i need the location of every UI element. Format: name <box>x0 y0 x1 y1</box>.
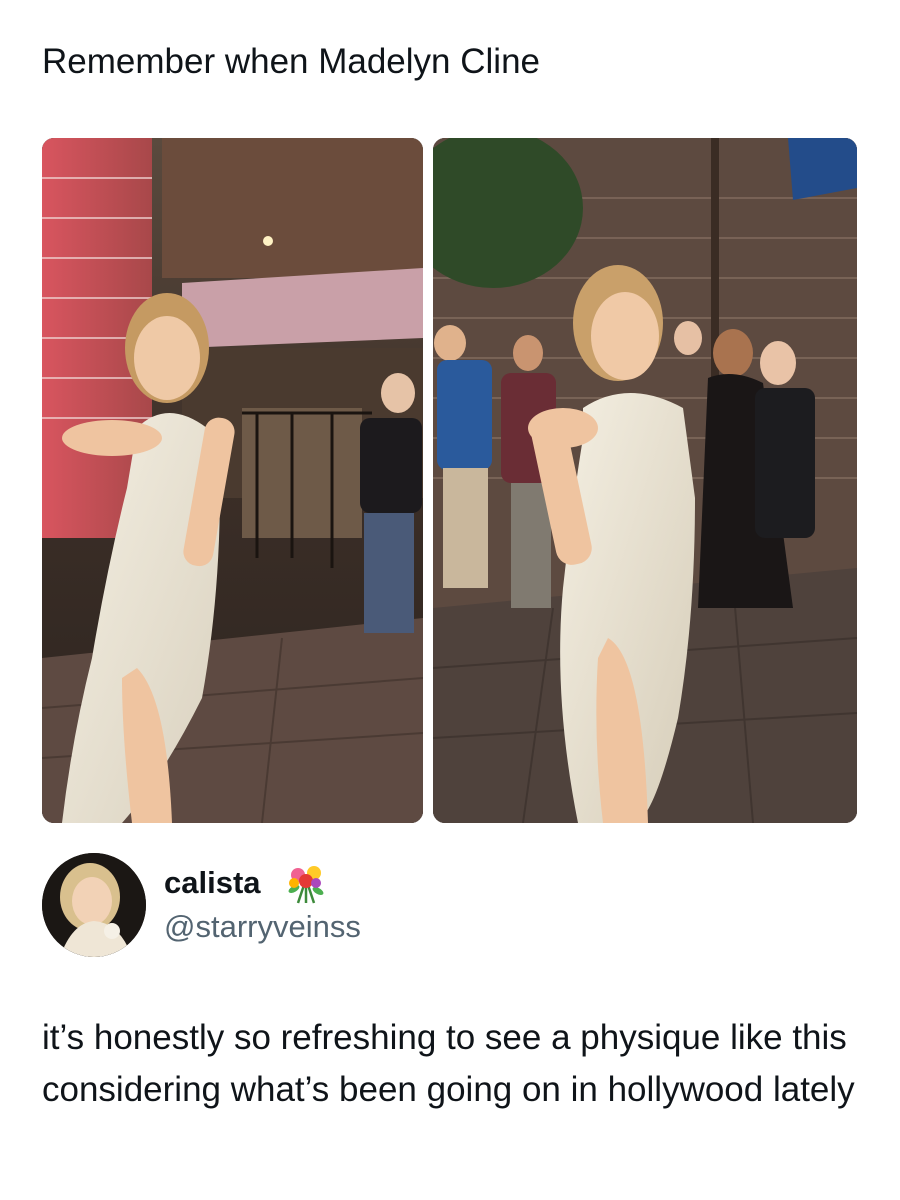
media-grid <box>42 138 857 823</box>
avatar-image <box>42 853 146 957</box>
handle[interactable]: @starryveinss <box>164 907 361 947</box>
bouquet-icon <box>288 866 324 904</box>
photo-right[interactable] <box>433 138 857 823</box>
photo-right-image <box>433 138 857 823</box>
quoted-text: it’s honestly so refreshing to see a phy… <box>42 1018 855 1109</box>
post-text: Remember when Madelyn Cline <box>42 42 540 81</box>
quoted-author[interactable]: calista @starryveinss <box>42 853 642 957</box>
avatar[interactable] <box>42 853 146 957</box>
display-name[interactable]: calista <box>164 863 261 903</box>
photo-left[interactable] <box>42 138 423 823</box>
photo-left-image <box>42 138 423 823</box>
